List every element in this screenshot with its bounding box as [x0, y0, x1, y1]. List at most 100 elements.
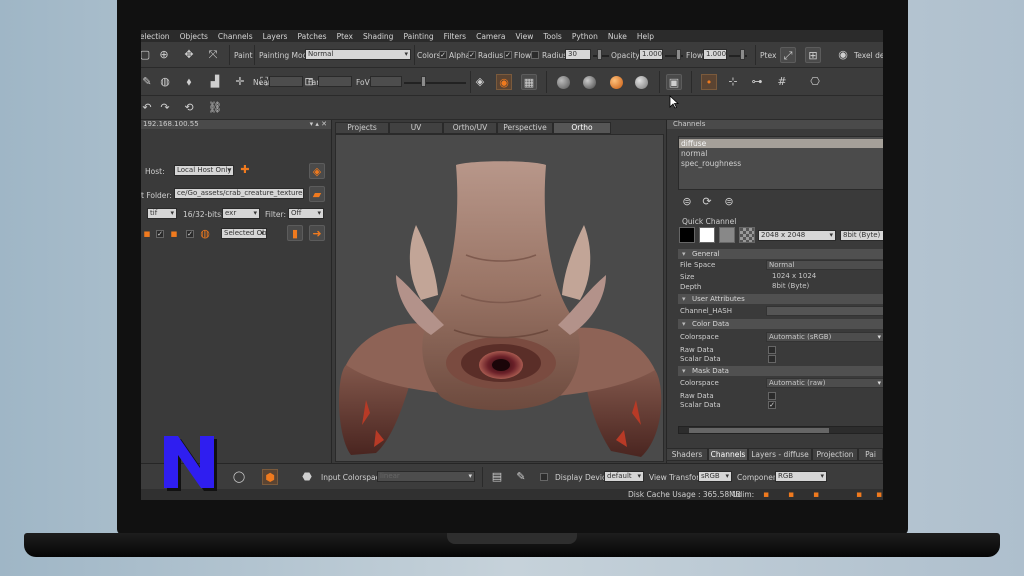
channel-hash-field[interactable] — [766, 306, 883, 316]
snapshot-icon[interactable]: ⎔ — [807, 74, 823, 90]
menu-shading[interactable]: Shading — [363, 32, 393, 41]
section-general[interactable]: General — [678, 249, 883, 259]
lut-icon[interactable]: ⬢ — [262, 469, 278, 485]
link-icon[interactable]: ⛓ — [207, 100, 223, 116]
ptex-resize-icon[interactable]: ⤢ — [780, 47, 796, 63]
channel-list[interactable]: diffuse normal spec_roughness — [678, 136, 883, 190]
tab-uv[interactable]: UV — [389, 122, 443, 134]
menu-objects[interactable]: Objects — [180, 32, 208, 41]
file-space-field[interactable]: Normal — [766, 260, 883, 270]
orange-shade-ball-icon[interactable] — [610, 76, 623, 89]
refresh-channel-icon[interactable]: ⟳ — [699, 194, 715, 210]
fov-field[interactable] — [370, 76, 402, 87]
pencil-icon[interactable]: ✎ — [513, 469, 529, 485]
distribute-icon[interactable]: ⊶ — [749, 74, 765, 90]
component-dropdown[interactable]: RGB — [775, 471, 827, 482]
section-mask-data[interactable]: Mask Data — [678, 366, 883, 376]
host-dropdown[interactable]: Local Host Only — [174, 165, 234, 176]
projection-checkbox[interactable]: ✓ — [186, 230, 194, 238]
near-field[interactable] — [269, 76, 303, 87]
flow-slider-knob[interactable] — [740, 49, 745, 60]
opacity-field[interactable]: 1.000 — [639, 49, 663, 60]
swatch-white[interactable] — [699, 227, 715, 243]
ptex-grid-icon[interactable]: ⊞ — [805, 47, 821, 63]
input-colorspace-dropdown[interactable]: linear — [377, 471, 475, 482]
menu-python[interactable]: Python — [572, 32, 598, 41]
display-checkbox[interactable] — [540, 473, 548, 481]
scalar-data-checkbox[interactable] — [768, 355, 776, 363]
add-host-icon[interactable]: ✚ — [237, 162, 253, 178]
section-user-attributes[interactable]: User Attributes — [678, 294, 883, 304]
objects-dropdown[interactable]: Selected Obj — [221, 228, 267, 239]
menu-nuke[interactable]: Nuke — [608, 32, 627, 41]
menu-filters[interactable]: Filters — [444, 32, 466, 41]
texel-icon[interactable]: ◉ — [835, 47, 851, 63]
status-icon-5[interactable]: ▪ — [871, 487, 883, 500]
swatch-gray[interactable] — [719, 227, 735, 243]
fov-slider[interactable] — [404, 82, 466, 84]
mask-colorspace-dropdown[interactable]: Automatic (raw) — [766, 378, 883, 388]
tab-perspective[interactable]: Perspective — [497, 122, 553, 134]
menu-selection[interactable]: Selection — [141, 32, 170, 41]
tab-projects[interactable]: Projects — [335, 122, 389, 134]
folder-browse-icon[interactable]: ▰ — [309, 186, 325, 202]
flow-checkbox[interactable] — [531, 51, 539, 59]
bits-dropdown[interactable]: exr — [222, 208, 260, 219]
layer-icon[interactable]: ▪ — [141, 226, 155, 242]
opacity-slider-knob[interactable] — [676, 49, 681, 60]
far-field[interactable] — [318, 76, 352, 87]
swatch-black[interactable] — [679, 227, 695, 243]
connect-icon[interactable]: ◈ — [309, 163, 325, 179]
channel-item-spec-roughness[interactable]: spec_roughness — [681, 159, 741, 168]
radius-field[interactable]: 30 — [565, 49, 591, 60]
tab-channels[interactable]: Channels — [708, 448, 748, 461]
transform-tool-icon[interactable]: ✛ — [232, 74, 248, 90]
alpha-checkbox[interactable]: ✓ — [468, 51, 476, 59]
folder-field[interactable]: ce/Go_assets/crab_creature_textured — [174, 188, 304, 199]
panel-controls-icon[interactable]: ▾ ▴ ✕ — [310, 120, 327, 129]
tab-ortho-uv[interactable]: Ortho/UV — [443, 122, 497, 134]
fov-slider-knob[interactable] — [421, 76, 426, 87]
channel-item-diffuse[interactable]: diffuse — [679, 139, 883, 148]
mask-raw-data-checkbox[interactable] — [768, 392, 776, 400]
document-icon[interactable]: ▤ — [489, 469, 505, 485]
export-checkbox[interactable]: ✓ — [156, 230, 164, 238]
menu-ptex[interactable]: Ptex — [337, 32, 353, 41]
scrollbar-thumb[interactable] — [689, 428, 829, 433]
tab-shaders[interactable]: Shaders — [666, 448, 708, 461]
tab-layers-diffuse[interactable]: Layers - diffuse — [748, 448, 812, 461]
menu-tools[interactable]: Tools — [543, 32, 561, 41]
undo-icon[interactable]: ↶ — [141, 100, 155, 116]
status-icon-4[interactable]: ▪ — [851, 487, 867, 500]
tab-ortho[interactable]: Ortho — [553, 122, 611, 134]
status-icon-3[interactable]: ▪ — [808, 487, 824, 500]
status-icon-2[interactable]: ▪ — [783, 487, 799, 500]
radius-checkbox[interactable]: ✓ — [504, 51, 512, 59]
paint-through-icon[interactable]: ◉ — [496, 74, 512, 90]
add-channel-icon[interactable]: ⊜ — [679, 194, 695, 210]
orange-dot-icon[interactable]: • — [701, 74, 717, 90]
orange-square-icon[interactable]: ▪ — [166, 226, 182, 242]
painting-mode-dropdown[interactable]: Normal — [305, 49, 411, 60]
colorspace-icon[interactable]: ⬣ — [299, 469, 315, 485]
section-color-data[interactable]: Color Data — [678, 319, 883, 329]
menu-camera[interactable]: Camera — [476, 32, 505, 41]
transform-icon[interactable]: ✥ — [181, 47, 197, 63]
menu-help[interactable]: Help — [637, 32, 654, 41]
menu-patches[interactable]: Patches — [297, 32, 326, 41]
smudge-icon[interactable]: ▟ — [207, 74, 223, 90]
paint-bucket-icon[interactable]: ◍ — [157, 74, 173, 90]
delete-icon[interactable]: ▮ — [287, 225, 303, 241]
eraser-icon[interactable]: ⬧ — [181, 74, 197, 90]
channel-item-normal[interactable]: normal — [681, 149, 707, 158]
lit-shade-ball-icon[interactable] — [583, 76, 596, 89]
colorspace-dropdown[interactable]: Automatic (sRGB) — [766, 332, 883, 342]
mask-scalar-data-checkbox[interactable]: ✓ — [768, 401, 776, 409]
go-arrow-icon[interactable]: ➜ — [309, 225, 325, 241]
menu-channels[interactable]: Channels — [218, 32, 253, 41]
filter-dropdown[interactable]: Off — [288, 208, 324, 219]
channel-settings-icon[interactable]: ⊜ — [721, 194, 737, 210]
view-transform-dropdown[interactable]: sRGB — [698, 471, 732, 482]
radius-slider-knob[interactable] — [597, 49, 602, 60]
menu-painting[interactable]: Painting — [403, 32, 433, 41]
